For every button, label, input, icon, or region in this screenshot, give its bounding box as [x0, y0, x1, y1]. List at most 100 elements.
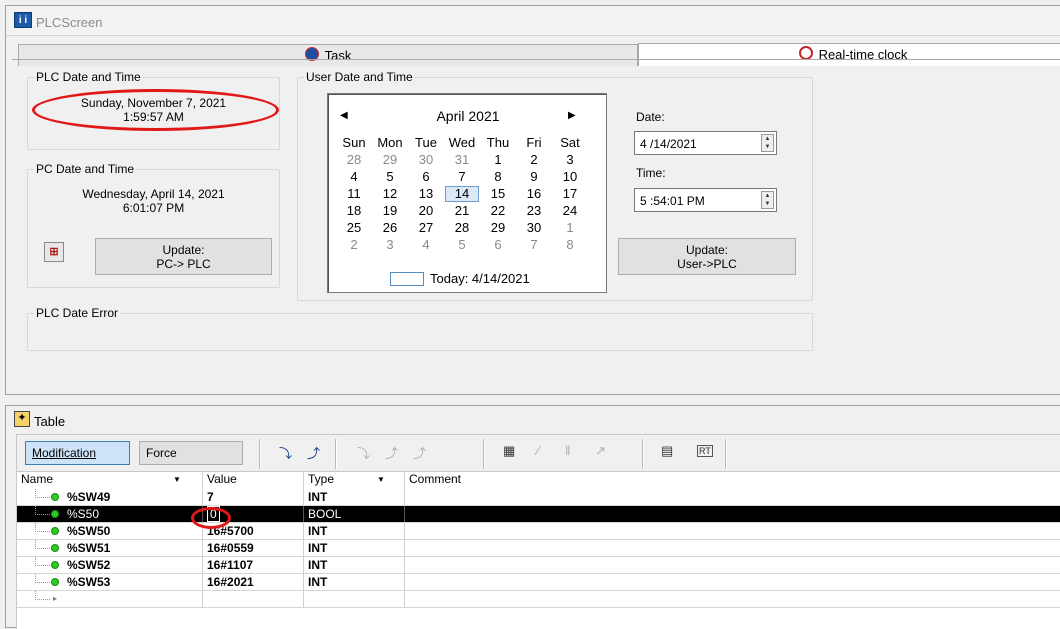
calendar-day[interactable]: 16 — [516, 185, 552, 202]
calendar-day[interactable]: 29 — [372, 151, 408, 168]
calendar-day[interactable]: 6 — [480, 236, 516, 253]
calendar-day[interactable]: 18 — [336, 202, 372, 219]
calendar-day[interactable]: 7 — [516, 236, 552, 253]
calendar-day[interactable]: 3 — [552, 151, 588, 168]
calendar-day[interactable]: 5 — [444, 236, 480, 253]
force-rising-icon[interactable]: ⤴ — [385, 443, 398, 462]
value-cell[interactable]: 16#0559 — [203, 540, 304, 556]
calendar-day[interactable]: 31 — [444, 151, 480, 168]
calendar-today-link[interactable]: Today: 4/14/2021 — [430, 271, 530, 286]
calendar-day[interactable]: 15 — [480, 185, 516, 202]
calendar-day[interactable]: 2 — [516, 151, 552, 168]
force-button[interactable]: Force — [139, 441, 243, 465]
table-row[interactable]: %SW53 16#2021 INT — [17, 574, 1060, 591]
value-cell[interactable]: 16#1107 — [203, 557, 304, 573]
calendar-day-selected[interactable]: 14 — [444, 185, 480, 202]
set-icon[interactable]: ‖ — [565, 443, 570, 458]
calendar-day[interactable]: 8 — [552, 236, 588, 253]
date-spin-icon[interactable]: ▲ ▼ — [761, 134, 774, 152]
calendar-day[interactable]: 30 — [408, 151, 444, 168]
name-cell[interactable]: %SW52 — [17, 557, 203, 573]
table-row[interactable]: %SW51 16#0559 INT — [17, 540, 1060, 557]
table-row[interactable]: %SW52 16#1107 INT — [17, 557, 1060, 574]
value-cell[interactable] — [203, 591, 304, 607]
table-row[interactable]: %SW49 7 INT — [17, 489, 1060, 506]
calendar-day[interactable]: 30 — [516, 219, 552, 236]
calendar-day[interactable]: 24 — [552, 202, 588, 219]
calendar-prev-icon[interactable]: ◀ — [340, 110, 348, 121]
update-pc-to-plc-button[interactable]: Update: PC-> PLC — [95, 238, 272, 275]
calendar-day[interactable]: 9 — [516, 168, 552, 185]
calendar-day[interactable]: 13 — [408, 185, 444, 202]
force-falling-icon[interactable]: ⤵ — [357, 443, 370, 462]
calendar-day[interactable]: 2 — [336, 236, 372, 253]
name-cell[interactable]: %SW53 — [17, 574, 203, 590]
calendar-day[interactable]: 27 — [408, 219, 444, 236]
comment-cell[interactable] — [405, 506, 1060, 522]
column-header-value[interactable]: Value — [203, 472, 304, 489]
name-cell[interactable]: %SW49 — [17, 489, 203, 505]
table-row-empty[interactable]: ▸ — [17, 591, 1060, 608]
comment-cell[interactable] — [405, 540, 1060, 556]
calendar-day[interactable]: 25 — [336, 219, 372, 236]
time-spin-icon[interactable]: ▲ ▼ — [761, 191, 774, 209]
sync-icon[interactable]: ⊞ — [44, 242, 64, 262]
value-cell[interactable]: 0 — [203, 506, 304, 522]
calendar-day[interactable]: 3 — [372, 236, 408, 253]
name-cell[interactable]: %S50 — [17, 506, 203, 522]
calendar-day[interactable]: 28 — [444, 219, 480, 236]
table-row[interactable]: %S50 0 BOOL — [17, 506, 1060, 523]
display-format-icon[interactable]: ▤ — [661, 443, 673, 459]
calendar-day[interactable]: 26 — [372, 219, 408, 236]
calendar-month-title[interactable]: April 2021 — [398, 108, 538, 124]
calendar-day[interactable]: 10 — [552, 168, 588, 185]
reset-icon[interactable]: ↗ — [595, 443, 606, 459]
value-cell[interactable]: 16#2021 — [203, 574, 304, 590]
grid-icon[interactable]: ▦ — [503, 443, 515, 459]
column-header-type[interactable]: Type ▼ — [304, 472, 405, 489]
calendar-day[interactable]: 5 — [372, 168, 408, 185]
type-dropdown-icon[interactable]: ▼ — [377, 472, 385, 487]
calendar-day[interactable]: 20 — [408, 202, 444, 219]
calendar-next-icon[interactable]: ▶ — [568, 110, 576, 121]
force-release-icon[interactable]: ⤴ — [413, 443, 426, 462]
calendar-day[interactable]: 4 — [336, 168, 372, 185]
comment-cell[interactable] — [405, 523, 1060, 539]
edit-icon[interactable]: ∕ — [537, 443, 539, 458]
column-header-comment[interactable]: Comment — [405, 472, 1060, 489]
name-cell[interactable]: %SW51 — [17, 540, 203, 556]
calendar-day[interactable]: 28 — [336, 151, 372, 168]
falling-edge-icon[interactable]: ⤵ — [279, 443, 292, 462]
calendar-day[interactable]: 1 — [552, 219, 588, 236]
calendar-day[interactable]: 1 — [480, 151, 516, 168]
name-dropdown-icon[interactable]: ▼ — [173, 472, 181, 487]
calendar-day[interactable]: 8 — [480, 168, 516, 185]
name-cell[interactable]: %SW50 — [17, 523, 203, 539]
value-cell[interactable]: 7 — [203, 489, 304, 505]
time-input[interactable]: 5 :54:01 PM ▲ ▼ — [634, 188, 777, 212]
date-input[interactable]: 4 /14/2021 ▲ ▼ — [634, 131, 777, 155]
comment-cell[interactable] — [405, 489, 1060, 505]
modification-button[interactable]: Modification — [25, 441, 130, 465]
comment-cell[interactable] — [405, 557, 1060, 573]
rising-edge-icon[interactable]: ⤴ — [307, 443, 320, 462]
comment-cell[interactable] — [405, 574, 1060, 590]
month-calendar[interactable]: ◀ April 2021 ▶ Sun Mon Tue Wed Thu Fri Sat 28 2… — [327, 93, 607, 293]
calendar-day[interactable]: 22 — [480, 202, 516, 219]
calendar-day[interactable]: 6 — [408, 168, 444, 185]
update-user-to-plc-button[interactable]: Update: User->PLC — [618, 238, 796, 275]
rt-icon[interactable]: RT — [697, 445, 713, 457]
calendar-day[interactable]: 7 — [444, 168, 480, 185]
calendar-day[interactable]: 11 — [336, 185, 372, 202]
calendar-day[interactable]: 29 — [480, 219, 516, 236]
calendar-day[interactable]: 17 — [552, 185, 588, 202]
calendar-day[interactable]: 19 — [372, 202, 408, 219]
calendar-day[interactable]: 12 — [372, 185, 408, 202]
calendar-day[interactable]: 23 — [516, 202, 552, 219]
value-cell[interactable]: 16#5700 — [203, 523, 304, 539]
new-row-icon[interactable]: ▸ — [17, 591, 203, 607]
column-header-name[interactable]: Name ▼ — [17, 472, 203, 489]
calendar-day[interactable]: 4 — [408, 236, 444, 253]
calendar-day[interactable]: 21 — [444, 202, 480, 219]
table-row[interactable]: %SW50 16#5700 INT — [17, 523, 1060, 540]
